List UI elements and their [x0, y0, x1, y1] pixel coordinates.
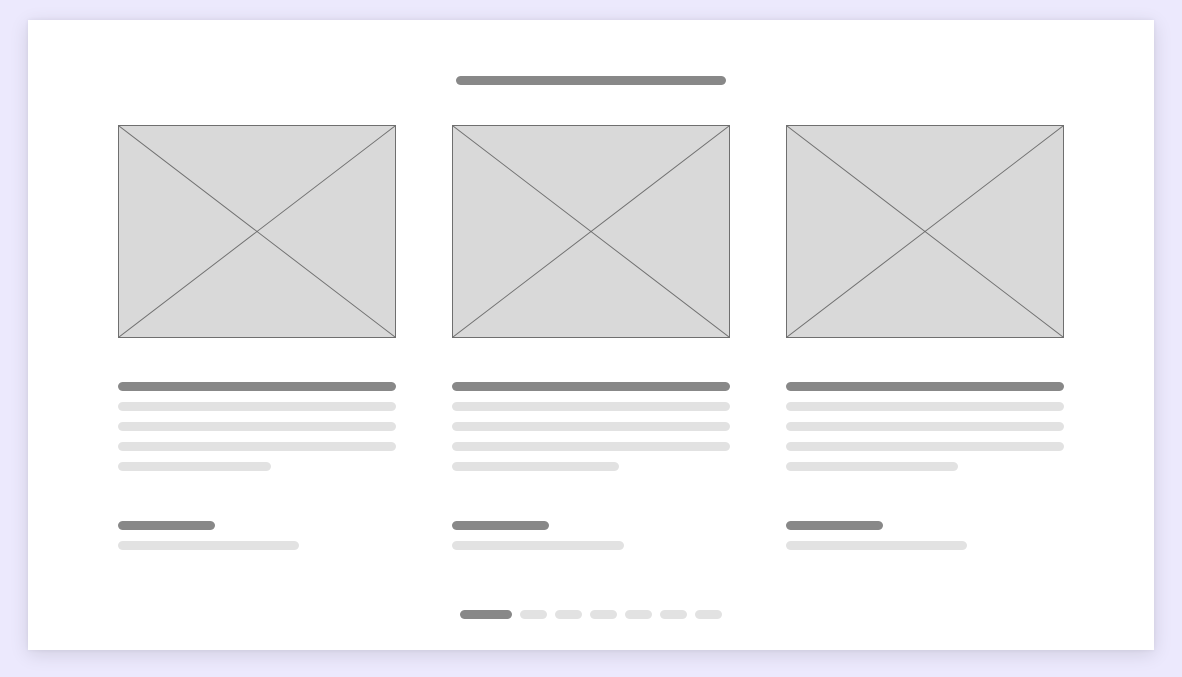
card-footer [118, 521, 396, 550]
pagination [118, 610, 1064, 619]
card-body-line [118, 422, 396, 431]
card-footer [786, 521, 1064, 550]
card-body-line [452, 462, 619, 471]
pagination-dot[interactable] [555, 610, 582, 619]
pagination-dot[interactable] [625, 610, 652, 619]
pagination-dot[interactable] [460, 610, 512, 619]
card [118, 125, 396, 550]
card-heading-placeholder [786, 382, 1064, 391]
pagination-dot[interactable] [520, 610, 547, 619]
card-footer-heading-placeholder [118, 521, 215, 530]
image-placeholder [452, 125, 730, 338]
card-body-line [452, 442, 730, 451]
image-placeholder [786, 125, 1064, 338]
card-footer-line [118, 541, 299, 550]
card-body-line [118, 442, 396, 451]
card-body-line [118, 462, 271, 471]
card-footer [452, 521, 730, 550]
card-footer-heading-placeholder [786, 521, 883, 530]
card [452, 125, 730, 550]
card-heading-placeholder [452, 382, 730, 391]
card-row [118, 125, 1064, 550]
page-title-placeholder [456, 76, 726, 85]
card-body-line [786, 402, 1064, 411]
card-footer-line [786, 541, 967, 550]
wireframe-canvas [28, 20, 1154, 650]
pagination-dot[interactable] [590, 610, 617, 619]
card-body-line [786, 462, 958, 471]
card [786, 125, 1064, 550]
image-placeholder [118, 125, 396, 338]
card-body-line [452, 422, 730, 431]
pagination-dot[interactable] [695, 610, 722, 619]
card-body-line [118, 402, 396, 411]
card-heading-placeholder [118, 382, 396, 391]
card-body-line [786, 442, 1064, 451]
card-footer-heading-placeholder [452, 521, 549, 530]
card-body-line [786, 422, 1064, 431]
card-footer-line [452, 541, 624, 550]
pagination-dot[interactable] [660, 610, 687, 619]
card-body-line [452, 402, 730, 411]
